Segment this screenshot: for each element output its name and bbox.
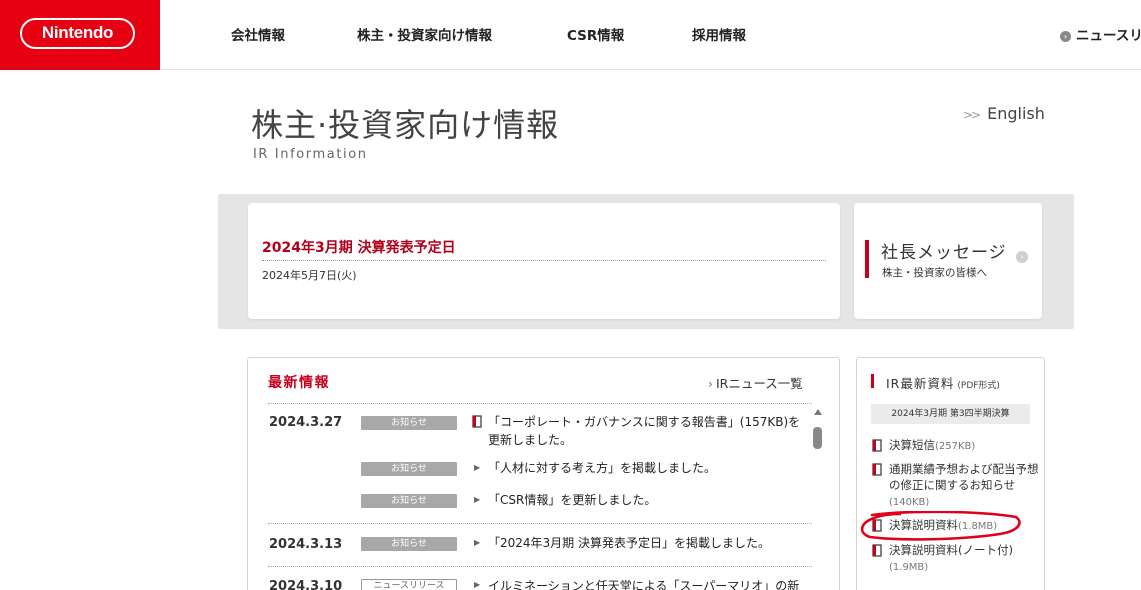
- nav-ir-info[interactable]: 株主・投資家向け情報: [357, 24, 492, 44]
- news-badge: ニュースリリース: [361, 579, 457, 590]
- site-header: Nintendo 会社情報 株主・投資家向け情報 CSR情報 採用情報 › ニュー…: [0, 0, 1141, 70]
- news-badge: お知らせ: [361, 494, 457, 508]
- schedule-date: 2024年5月7日(火): [262, 269, 357, 282]
- pdf-icon: [872, 439, 882, 452]
- message-subtitle: 株主・投資家の皆様へ: [882, 267, 987, 279]
- news-link-label: ニュースリ: [1076, 28, 1141, 44]
- ir-latest-docs-panel: IR最新資料 (PDF形式) 2024年3月期 第3四半期決算 決算短信(257K…: [856, 357, 1045, 590]
- president-message-card[interactable]: 社長メッセージ 株主・投資家の皆様へ ›: [854, 203, 1042, 319]
- doc-link-tanshin[interactable]: 決算短信(257KB): [889, 437, 1039, 455]
- news-badge: お知らせ: [361, 537, 457, 551]
- docs-format: (PDF形式): [957, 381, 1000, 391]
- logo-text: Nintendo: [20, 18, 135, 49]
- ir-news-list-link[interactable]: › IRニュース一覧: [708, 373, 803, 392]
- nintendo-logo[interactable]: Nintendo: [0, 0, 160, 70]
- arrow-right-icon: ›: [1016, 251, 1028, 263]
- news-item-link[interactable]: イルミネーションと任天堂による「スーパーマリオ」の新たなアニ: [488, 577, 808, 590]
- doc-size: (257KB): [935, 441, 976, 452]
- pdf-icon: [872, 463, 882, 476]
- divider: [268, 523, 812, 524]
- pdf-icon: [472, 415, 482, 428]
- triangle-bullet-icon: ▶: [474, 580, 481, 589]
- english-link-label: English: [987, 104, 1045, 123]
- divider: [268, 566, 812, 567]
- schedule-title: 2024年3月期 決算発表予定日: [262, 240, 456, 256]
- triangle-bullet-icon: ▶: [474, 463, 481, 472]
- news-heading: 最新情報: [268, 375, 330, 391]
- english-link[interactable]: >> English: [963, 104, 1045, 123]
- news-date: 2024.3.10: [269, 579, 343, 590]
- triangle-bullet-icon: ▶: [474, 538, 481, 547]
- page-title: 株主·投資家向け情報: [251, 106, 560, 144]
- doc-label: 決算説明資料(ノート付): [889, 543, 1013, 557]
- doc-label: 通期業績予想および配当予想の修正に関するお知らせ: [889, 462, 1039, 492]
- accent-bar: [865, 240, 869, 278]
- news-badge: お知らせ: [361, 462, 457, 476]
- doc-link-presentation[interactable]: 決算説明資料(1.8MB): [889, 517, 1039, 535]
- nav-recruit-info[interactable]: 採用情報: [692, 24, 746, 44]
- earnings-schedule-card[interactable]: 2024年3月期 決算発表予定日 2024年5月7日(火): [248, 203, 840, 319]
- news-date: 2024.3.13: [269, 537, 343, 552]
- scroll-up-arrow[interactable]: [814, 409, 822, 415]
- divider: [268, 403, 812, 404]
- latest-news-panel: 最新情報 › IRニュース一覧 2024.3.27 お知らせ 「コーポレート・ガバ…: [247, 357, 840, 590]
- docs-period: 2024年3月期 第3四半期決算: [871, 404, 1030, 424]
- news-item-link[interactable]: 「コーポレート・ガバナンスに関する報告書」(157KB)を更新しました。: [488, 413, 808, 449]
- triangle-bullet-icon: ▶: [474, 495, 481, 504]
- docs-heading-label: IR最新資料: [886, 376, 955, 391]
- chevron-right-icon: ›: [708, 376, 713, 391]
- news-item-link[interactable]: 「2024年3月期 決算発表予定日」を掲載しました。: [488, 534, 808, 552]
- nav-company-info[interactable]: 会社情報: [231, 24, 285, 44]
- news-item-link[interactable]: 「人材に対する考え方」を掲載しました。: [488, 459, 808, 477]
- news-item-link[interactable]: 「CSR情報」を更新しました。: [488, 491, 808, 509]
- nav-news-release[interactable]: › ニュースリ: [1060, 24, 1141, 44]
- doc-link-presentation-notes[interactable]: 決算説明資料(ノート付) (1.9MB): [889, 542, 1039, 576]
- ir-news-list-label: IRニュース一覧: [716, 376, 803, 391]
- docs-heading: IR最新資料 (PDF形式): [886, 373, 1000, 392]
- nav-csr-info[interactable]: CSR情報: [567, 24, 624, 44]
- news-badge: お知らせ: [361, 416, 457, 430]
- doc-label: 決算短信: [889, 438, 935, 452]
- scrollbar-thumb[interactable]: [813, 427, 822, 449]
- accent-bar: [871, 374, 874, 388]
- pdf-icon: [872, 519, 882, 532]
- double-chevron-icon: >>: [963, 108, 981, 122]
- divider: [262, 260, 826, 261]
- pdf-icon: [872, 544, 882, 557]
- doc-size: (140KB): [889, 497, 930, 508]
- doc-link-forecast-revision[interactable]: 通期業績予想および配当予想の修正に関するお知らせ (140KB): [889, 461, 1039, 511]
- message-title: 社長メッセージ: [881, 243, 1007, 263]
- page-subtitle: IR Information: [253, 147, 368, 162]
- doc-size: (1.9MB): [889, 562, 929, 573]
- doc-label: 決算説明資料: [889, 518, 958, 532]
- news-date: 2024.3.27: [269, 415, 343, 430]
- circle-arrow-icon: ›: [1060, 31, 1071, 42]
- doc-size: (1.8MB): [958, 521, 998, 532]
